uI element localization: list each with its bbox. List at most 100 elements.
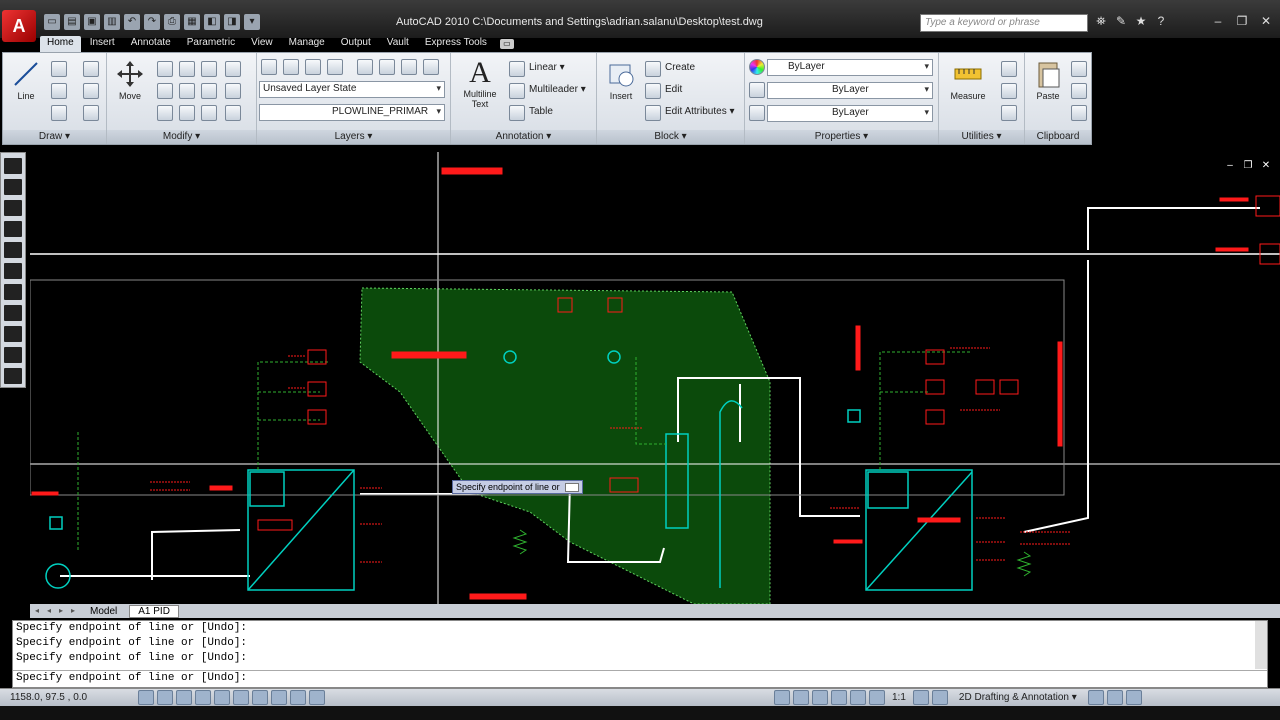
move-button[interactable]: Move (113, 59, 147, 101)
line-button[interactable]: Line (9, 59, 43, 101)
linear-dimension-icon[interactable] (509, 61, 525, 77)
stretch-icon[interactable] (225, 83, 241, 99)
publish-icon[interactable]: ▦ (184, 14, 200, 30)
tab-express-tools[interactable]: Express Tools (418, 36, 494, 52)
subscription-icon[interactable]: ⛯ (1094, 14, 1108, 28)
lineweight-toggle-icon[interactable] (290, 690, 306, 705)
tab-model[interactable]: Model (82, 606, 125, 617)
dim-ordinate-icon[interactable] (4, 221, 22, 237)
edit-attributes-icon[interactable] (645, 105, 661, 121)
trim-icon[interactable] (201, 61, 217, 77)
scale-icon[interactable] (157, 105, 173, 121)
drawing-canvas[interactable]: – ❐ ✕ Specify endpoint of line or (30, 152, 1280, 604)
ellipse-icon[interactable] (51, 105, 67, 121)
grid-toggle-icon[interactable] (157, 690, 173, 705)
workspace-switch[interactable]: 2D Drafting & Annotation ▾ (959, 692, 1077, 703)
dim-baseline-icon[interactable] (4, 305, 22, 321)
zoom-icon[interactable] (831, 690, 847, 705)
undo-icon[interactable]: ↶ (124, 14, 140, 30)
layer-previous-icon[interactable] (283, 59, 299, 75)
insert-block-button[interactable]: Insert (601, 59, 641, 101)
rotate-icon[interactable] (179, 61, 195, 77)
prev-tab-icon[interactable]: ◂ (44, 606, 54, 616)
layer-select[interactable]: PLOWLINE_PRIMAR (259, 104, 445, 121)
tab-vault[interactable]: Vault (380, 36, 416, 52)
tab-a1-pid[interactable]: A1 PID (129, 604, 179, 618)
dynamic-input-field[interactable] (565, 483, 580, 493)
tab-output[interactable]: Output (334, 36, 378, 52)
help-icon[interactable]: ? (1154, 14, 1168, 28)
layer-state-select[interactable]: Unsaved Layer State (259, 81, 445, 98)
osnap-toggle-icon[interactable] (214, 690, 230, 705)
command-scrollbar[interactable] (1255, 621, 1267, 669)
lock-ui-icon[interactable] (1087, 690, 1104, 705)
qp-toggle-icon[interactable] (309, 690, 325, 705)
calculator-icon[interactable] (1001, 105, 1017, 121)
tab-home[interactable]: Home (40, 36, 81, 52)
model-space-icon[interactable] (774, 690, 790, 705)
copy-icon[interactable] (157, 61, 173, 77)
quick-view-layouts-icon[interactable] (793, 690, 809, 705)
array-icon[interactable] (179, 105, 195, 121)
panel-title-clipboard[interactable]: Clipboard (1025, 130, 1091, 144)
snap-toggle-icon[interactable] (138, 690, 154, 705)
minimize-icon[interactable]: – (1208, 12, 1228, 30)
search-input[interactable]: Type a keyword or phrase (920, 14, 1088, 32)
layer-match-icon[interactable] (401, 59, 417, 75)
panel-title-annotation[interactable]: Annotation ▾ (451, 130, 596, 144)
panel-title-draw[interactable]: Draw ▾ (3, 130, 106, 144)
fillet-icon[interactable] (179, 83, 195, 99)
close-icon[interactable]: ✕ (1256, 12, 1276, 30)
offset-icon[interactable] (201, 105, 217, 121)
circle-icon[interactable] (51, 83, 67, 99)
save-as-icon[interactable]: ▥ (104, 14, 120, 30)
layer-isolate-icon[interactable] (305, 59, 321, 75)
last-tab-icon[interactable]: ▸ (68, 606, 78, 616)
linear-dimension-button[interactable]: Linear ▾ (529, 62, 565, 73)
first-tab-icon[interactable]: ◂ (32, 606, 42, 616)
layer-lock-icon[interactable] (379, 59, 395, 75)
ortho-toggle-icon[interactable] (176, 690, 192, 705)
application-menu-button[interactable]: A (2, 10, 36, 42)
edit-block-button[interactable]: Edit (665, 84, 682, 95)
measure-button[interactable]: Measure (945, 59, 991, 101)
annotation-visibility-icon[interactable] (912, 690, 929, 705)
arc-icon[interactable] (83, 61, 99, 77)
tab-insert[interactable]: Insert (83, 36, 122, 52)
color-select[interactable]: ByLayer (767, 59, 933, 76)
auto-scale-icon[interactable] (931, 690, 948, 705)
showmotion-icon[interactable] (869, 690, 885, 705)
create-block-button[interactable]: Create (665, 62, 695, 73)
viewport-restore-icon[interactable]: ❐ (1242, 160, 1254, 172)
favorites-icon[interactable]: ★ (1134, 14, 1148, 28)
redo-icon[interactable]: ↷ (144, 14, 160, 30)
mirror-icon[interactable] (157, 83, 173, 99)
layer-properties-icon[interactable] (261, 59, 277, 75)
table-button[interactable]: Table (529, 106, 553, 117)
dim-linear-icon[interactable] (4, 158, 22, 174)
annotation-scale[interactable]: 1:1 (892, 692, 906, 703)
dim-diameter-icon[interactable] (4, 263, 22, 279)
lineweight-select[interactable]: ByLayer (767, 105, 933, 122)
tab-view[interactable]: View (244, 36, 280, 52)
ribbon-minimize-icon[interactable]: ▭ (499, 39, 514, 49)
create-block-icon[interactable] (645, 61, 661, 77)
edit-attributes-button[interactable]: Edit Attributes ▾ (665, 106, 735, 117)
tab-manage[interactable]: Manage (282, 36, 332, 52)
erase-icon[interactable] (225, 61, 241, 77)
qat-dropdown-icon[interactable]: ▾ (244, 14, 260, 30)
isolate-objects-icon[interactable] (1106, 690, 1123, 705)
explode-icon[interactable] (201, 83, 217, 99)
hatch-icon[interactable] (83, 105, 99, 121)
open-icon[interactable]: ▤ (64, 14, 80, 30)
multileader-button[interactable]: Multileader ▾ (529, 84, 586, 95)
panel-title-utilities[interactable]: Utilities ▾ (939, 130, 1024, 144)
quick-select-icon[interactable] (1001, 61, 1017, 77)
new-icon[interactable]: ▭ (44, 14, 60, 30)
clean-screen-icon[interactable] (1125, 690, 1142, 705)
panel-title-modify[interactable]: Modify ▾ (107, 130, 256, 144)
cut-icon[interactable] (1071, 61, 1087, 77)
next-tab-icon[interactable]: ▸ (56, 606, 66, 616)
edit-block-icon[interactable] (645, 83, 661, 99)
viewport-close-icon[interactable]: ✕ (1260, 160, 1272, 172)
